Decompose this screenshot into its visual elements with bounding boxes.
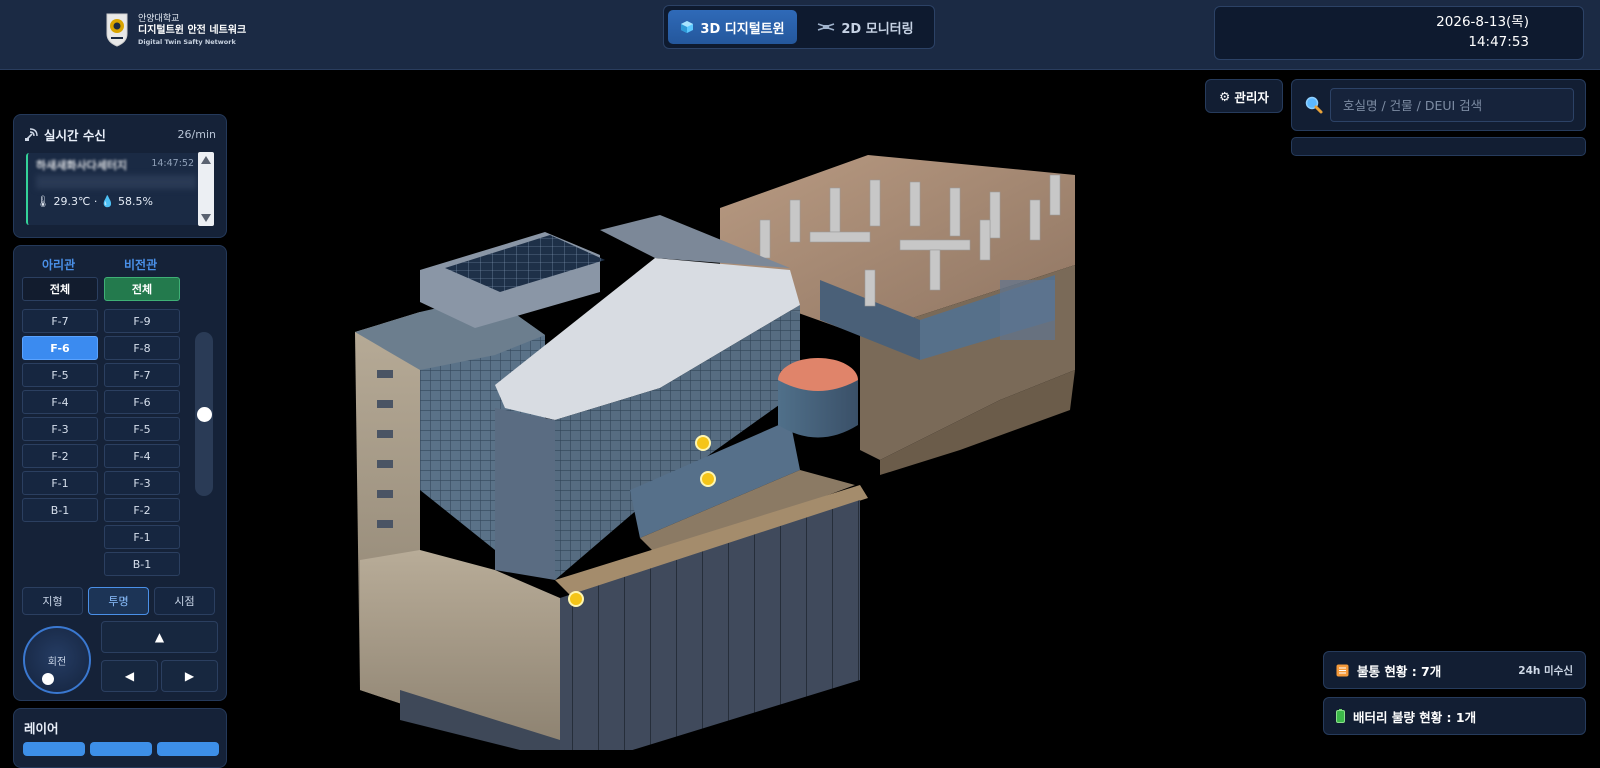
floor-a-f4[interactable]: F-4 — [22, 390, 98, 414]
search-results-bar — [1291, 137, 1586, 156]
tab-3d-label: 3D 디지털트윈 — [700, 21, 785, 37]
floor-b-f6[interactable]: F-6 — [104, 390, 180, 414]
mode-switch: 3D 디지털트윈 2D 모니터링 — [663, 5, 935, 49]
redacted-block — [36, 175, 196, 189]
floor-a-f6[interactable]: F-6 — [22, 336, 98, 360]
layer-toggle[interactable] — [23, 742, 85, 756]
offline-status-text: 불통 현황 : 7개 — [1357, 663, 1442, 679]
building-a-all-button[interactable]: 전체 — [22, 277, 98, 301]
list-item[interactable]: 하새새화사다세터지 14:47:52 🌡 29.3℃ · 💧 58.5% — [26, 153, 202, 225]
layer-toggle[interactable] — [90, 742, 152, 756]
droplet-icon: 💧 — [100, 195, 115, 208]
floor-a-f5[interactable]: F-5 — [22, 363, 98, 387]
time-text: 14:47:53 — [1468, 34, 1529, 50]
scroll-down-icon[interactable] — [201, 214, 211, 222]
floor-a-f2[interactable]: F-2 — [22, 444, 98, 468]
building-b-all-button[interactable]: 전체 — [104, 277, 180, 301]
arrow-left-button[interactable]: ◀ — [101, 660, 158, 692]
feed-rate: 26/min — [177, 128, 216, 141]
transparent-button[interactable]: 투명 — [88, 587, 149, 615]
sensor-markers — [568, 435, 716, 607]
admin-button[interactable]: ⚙ 관리자 — [1205, 79, 1283, 113]
joystick-knob[interactable] — [42, 673, 54, 685]
slider-knob[interactable] — [197, 406, 212, 422]
offline-status-card[interactable]: 불통 현황 : 7개 24h 미수신 — [1323, 651, 1586, 689]
arrow-right-icon: ▶ — [184, 669, 195, 683]
cube-icon — [681, 21, 694, 33]
layers-title: 레이어 — [24, 721, 59, 736]
floor-b-f5[interactable]: F-5 — [104, 417, 180, 441]
battery-status-card[interactable]: 배터리 불량 현황 : 1개 — [1323, 697, 1586, 735]
drone-icon — [818, 23, 835, 31]
building-a-title: 아리관 — [42, 258, 76, 272]
terrain-button[interactable]: 지형 — [22, 587, 83, 615]
admin-label: 관리자 — [1234, 89, 1269, 105]
app-subtitle: Digital Twin Safty Network — [138, 37, 236, 46]
tab-3d-digital-twin[interactable]: 3D 디지털트윈 — [668, 10, 797, 44]
feed-scrollbar[interactable] — [198, 152, 214, 226]
arrow-up-button[interactable]: ▲ — [101, 621, 218, 653]
logo[interactable]: 안양대학교 디지털트윈 안전 네트워크 Digital Twin Safty N… — [104, 12, 246, 48]
rotate-joystick[interactable]: 회전 — [23, 626, 91, 694]
viewpoint-button[interactable]: 시점 — [154, 587, 215, 615]
search-panel — [1291, 79, 1586, 131]
university-emblem-icon — [106, 13, 128, 47]
battery-status-text: 배터리 불량 현황 : 1개 — [1353, 709, 1477, 725]
arrow-right-button[interactable]: ▶ — [161, 660, 218, 692]
floor-b-f2[interactable]: F-2 — [104, 498, 180, 522]
tab-2d-label: 2D 모니터링 — [841, 21, 914, 37]
building-b-title: 비전관 — [124, 258, 158, 272]
battery-icon — [1336, 709, 1345, 723]
layer-toggle[interactable] — [157, 742, 219, 756]
floor-b-b1[interactable]: B-1 — [104, 552, 180, 576]
thermometer-icon: 🌡 — [36, 195, 50, 208]
humidity-value: 58.5% — [118, 195, 153, 208]
search-icon — [1305, 96, 1323, 114]
feed-item-time: 14:47:52 — [151, 158, 194, 169]
floor-a-f1[interactable]: F-1 — [22, 471, 98, 495]
offline-status-tag: 24h 미수신 — [1518, 664, 1573, 677]
floor-b-f9[interactable]: F-9 — [104, 309, 180, 333]
sensor-marker[interactable] — [568, 591, 584, 607]
satellite-icon — [25, 127, 38, 141]
gear-icon: ⚙ — [1219, 88, 1231, 104]
3d-viewport[interactable] — [0, 70, 1600, 750]
floor-a-f7[interactable]: F-7 — [22, 309, 98, 333]
university-name: 안양대학교 — [138, 14, 180, 25]
layers-panel: 레이어 — [13, 708, 227, 768]
floor-b-f3[interactable]: F-3 — [104, 471, 180, 495]
arrow-up-icon: ▲ — [154, 630, 165, 644]
sensor-marker[interactable] — [700, 471, 716, 487]
scroll-up-icon[interactable] — [201, 156, 211, 164]
top-bar: 안양대학교 디지털트윈 안전 네트워크 Digital Twin Safty N… — [0, 0, 1600, 70]
feed-title: 실시간 수신 — [44, 128, 106, 143]
app-title: 디지털트윈 안전 네트워크 — [138, 25, 247, 37]
sensor-marker[interactable] — [695, 435, 711, 451]
tab-2d-monitoring[interactable]: 2D 모니터링 — [801, 10, 930, 44]
floor-b-f8[interactable]: F-8 — [104, 336, 180, 360]
floor-a-f3[interactable]: F-3 — [22, 417, 98, 441]
date-text: 2026-8-13(목) — [1436, 14, 1529, 30]
alert-icon — [1336, 664, 1349, 676]
floor-b-f1[interactable]: F-1 — [104, 525, 180, 549]
rotate-label: 회전 — [47, 656, 67, 668]
realtime-feed-panel: 실시간 수신 26/min 하새새화사다세터지 14:47:52 🌡 29.3℃… — [13, 114, 227, 238]
floor-b-f7[interactable]: F-7 — [104, 363, 180, 387]
floor-selector-panel: 아리관 비전관 전체 전체 F-7 F-6 F-5 F-4 F-3 F-2 F-… — [13, 245, 227, 701]
floor-a-b1[interactable]: B-1 — [22, 498, 98, 522]
arrow-left-icon: ◀ — [124, 669, 135, 683]
temperature-value: 29.3℃ — [53, 195, 91, 208]
feed-item-values: 🌡 29.3℃ · 💧 58.5% — [36, 195, 153, 208]
datetime-display: 2026-8-13(목) 14:47:53 — [1214, 6, 1584, 60]
floor-b-f4[interactable]: F-4 — [104, 444, 180, 468]
floor-height-slider[interactable] — [195, 332, 213, 496]
search-input[interactable] — [1330, 88, 1574, 122]
